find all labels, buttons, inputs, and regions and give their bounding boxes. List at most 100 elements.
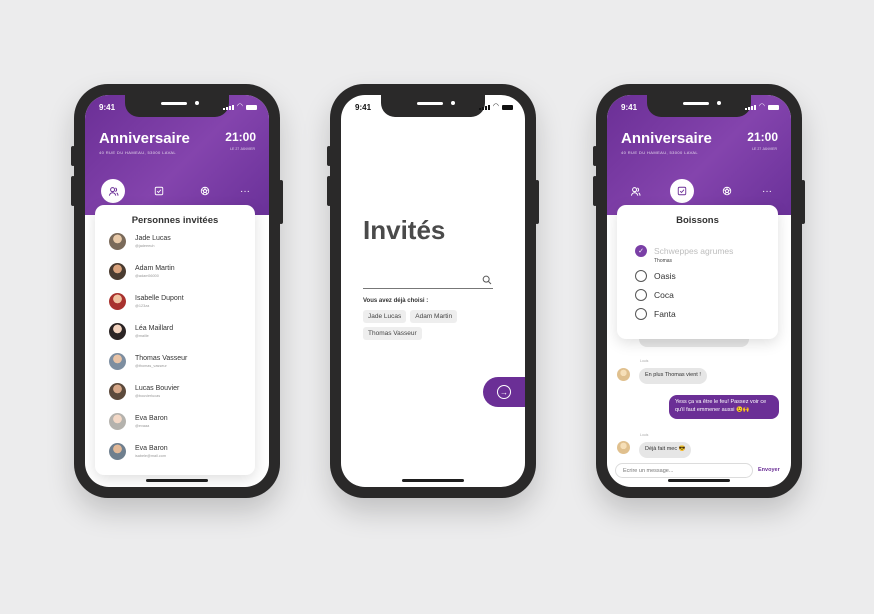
- guest-name: Eva Baron: [135, 415, 168, 422]
- phone-drinks-chat: 9:41 ◠ Anniversaire 40 RUE DU HAMEAU, 53…: [593, 84, 805, 498]
- chat-bubble-in: En plus Thomas vient !: [639, 368, 707, 384]
- drink-option[interactable]: Oasis: [635, 270, 676, 282]
- notch: [381, 95, 485, 117]
- drink-option-label: Fanta: [654, 309, 676, 319]
- avatar: [109, 263, 126, 280]
- radio-icon[interactable]: [635, 270, 647, 282]
- guest-row[interactable]: Lucas Bouvier @bouvierlucas: [109, 383, 179, 400]
- phone-side-button: [593, 146, 597, 166]
- arrow-right-icon: →: [497, 385, 511, 399]
- event-nav: ···: [85, 179, 269, 203]
- guest-row[interactable]: Léa Maillard @maille: [109, 323, 173, 340]
- nav-more-icon[interactable]: ···: [233, 179, 257, 203]
- avatar: [617, 368, 630, 381]
- notch: [125, 95, 229, 117]
- phone-side-button: [593, 176, 597, 206]
- guest-row[interactable]: Jade Lucas @jadeeeuh: [109, 233, 171, 250]
- drink-option-by: Thomas: [654, 258, 673, 264]
- avatar: [109, 413, 126, 430]
- battery-icon: [246, 105, 257, 110]
- phone-side-button: [71, 176, 75, 206]
- phone-side-button: [279, 180, 283, 224]
- next-button[interactable]: →: [483, 377, 525, 407]
- nav-camera-icon[interactable]: [715, 179, 739, 203]
- event-title: Anniversaire: [99, 130, 190, 147]
- nav-camera-icon[interactable]: [193, 179, 217, 203]
- screen: 9:41 ◠ Anniversaire 40 RUE DU HAMEAU, 53…: [607, 95, 791, 487]
- guest-handle: @jadeeeuh: [135, 244, 155, 248]
- guests-card-title: Personnes invitées: [131, 215, 219, 226]
- avatar: [617, 441, 630, 454]
- event-address: 40 RUE DU HAMEAU, 53000 LAVAL: [99, 150, 177, 155]
- message-input[interactable]: [615, 463, 753, 478]
- screen: 9:41 ◠ Invités Vous avez déjà choisi : J…: [341, 95, 525, 487]
- event-time: 21:00: [225, 130, 256, 144]
- guest-chip[interactable]: Thomas Vasseur: [363, 327, 422, 340]
- screen: 9:41 ◠ Anniversaire 40 RUE DU HAMEAU, 53…: [85, 95, 269, 487]
- home-indicator: [146, 479, 208, 482]
- drink-option[interactable]: Coca: [635, 289, 674, 301]
- avatar: [109, 443, 126, 460]
- wifi-icon: ◠: [236, 103, 243, 110]
- search-icon[interactable]: [482, 275, 492, 285]
- battery-icon: [502, 105, 513, 110]
- guest-name: Jade Lucas: [135, 235, 171, 242]
- home-indicator: [668, 479, 730, 482]
- guest-handle: @maille: [135, 334, 149, 338]
- guest-name: Isabelle Dupont: [135, 295, 184, 302]
- status-time: 9:41: [355, 103, 372, 112]
- drink-option-label: Oasis: [654, 271, 676, 281]
- guest-name: Thomas Vasseur: [135, 355, 188, 362]
- phone-side-button: [71, 146, 75, 166]
- guest-row[interactable]: Eva Baron isabele@mail.com: [109, 443, 168, 460]
- nav-more-icon[interactable]: ···: [755, 179, 779, 203]
- guest-name: Eva Baron: [135, 445, 168, 452]
- avatar: [109, 353, 126, 370]
- guest-row[interactable]: Eva Baron @evaaa: [109, 413, 168, 430]
- drink-option-label: Schweppes agrumes: [654, 246, 734, 256]
- chosen-chips: Jade Lucas Adam Martin Thomas Vasseur: [363, 310, 493, 340]
- guest-name: Léa Maillard: [135, 325, 174, 332]
- status-icons: ◠: [478, 103, 513, 110]
- phone-invites: 9:41 ◠ Invités Vous avez déjà choisi : J…: [327, 84, 539, 498]
- nav-checklist-icon[interactable]: [670, 179, 694, 203]
- guest-handle: isabele@mail.com: [135, 454, 167, 458]
- search-field[interactable]: [363, 275, 493, 289]
- status-time: 9:41: [621, 103, 638, 112]
- nav-checklist-icon[interactable]: [147, 179, 171, 203]
- drink-option[interactable]: Fanta: [635, 308, 676, 320]
- drink-option[interactable]: ✓ Schweppes agrumes: [635, 245, 733, 257]
- avatar: [109, 293, 126, 310]
- home-indicator: [402, 479, 464, 482]
- guest-row[interactable]: Thomas Vasseur @thomas_vasseur: [109, 353, 187, 370]
- nav-guests-icon[interactable]: [623, 179, 647, 203]
- guest-chip[interactable]: Adam Martin: [410, 310, 458, 323]
- radio-icon[interactable]: [635, 289, 647, 301]
- nav-guests-icon[interactable]: [101, 179, 125, 203]
- chat-sender: Louis: [640, 359, 649, 363]
- radio-icon[interactable]: [635, 308, 647, 320]
- chat-bubble-in: Déjà fait mec 😎: [639, 442, 692, 458]
- guest-chip[interactable]: Jade Lucas: [363, 310, 407, 323]
- event-address: 40 RUE DU HAMEAU, 53000 LAVAL: [621, 150, 699, 155]
- send-button[interactable]: Envoyer: [758, 467, 780, 473]
- status-icons: ◠: [744, 103, 779, 110]
- notch: [647, 95, 751, 117]
- avatar: [109, 383, 126, 400]
- guest-handle: @bouvierlucas: [135, 394, 161, 398]
- avatar: [109, 233, 126, 250]
- guest-row[interactable]: Adam Martin @adam56000: [109, 263, 175, 280]
- check-icon[interactable]: ✓: [635, 245, 647, 257]
- guest-name: Lucas Bouvier: [135, 385, 180, 392]
- phone-side-button: [327, 146, 331, 166]
- status-icons: ◠: [222, 103, 257, 110]
- event-date: LE 27 JANVIER: [230, 147, 255, 151]
- chosen-label: Vous avez déjà choisi :: [363, 298, 429, 304]
- signal-icon: [222, 105, 234, 110]
- guest-handle: @123za: [135, 304, 150, 308]
- drinks-card-title: Boissons: [676, 215, 719, 226]
- guest-row[interactable]: Isabelle Dupont @123za: [109, 293, 184, 310]
- event-nav: ···: [607, 179, 791, 203]
- event-time: 21:00: [747, 130, 778, 144]
- drinks-card: Boissons ✓ Schweppes agrumes Thomas Oasi…: [617, 205, 778, 339]
